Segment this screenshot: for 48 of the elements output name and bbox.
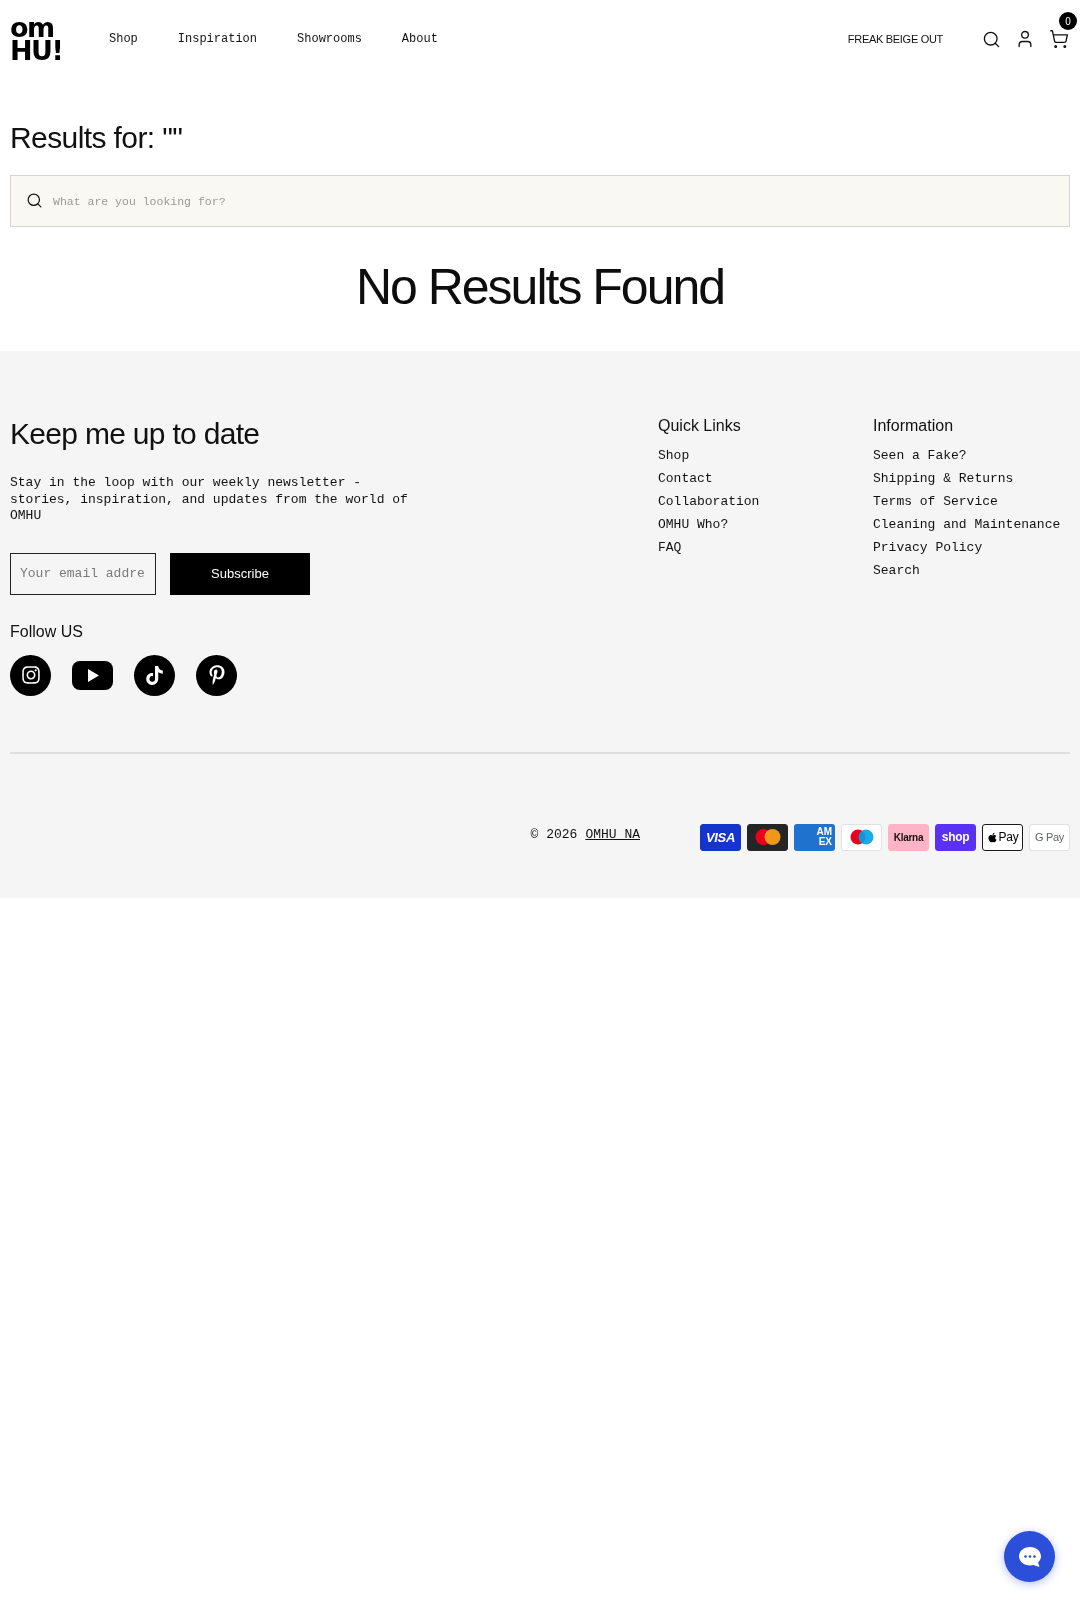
footer-link[interactable]: Terms of Service [873, 490, 998, 513]
apple-icon [986, 831, 998, 843]
shop-pay-logo: shop [935, 823, 976, 851]
search-icon [26, 192, 43, 209]
footer-column-heading: Information [873, 416, 954, 436]
email-field[interactable]: Your email addre [10, 552, 156, 595]
search-icon[interactable] [982, 29, 1001, 49]
footer-link[interactable]: Seen a Fake? [873, 444, 967, 467]
footer-link[interactable]: Privacy Policy [873, 536, 983, 559]
footer-link[interactable]: Cleaning and Maintenance [873, 513, 1061, 536]
chat-button[interactable] [1004, 1531, 1055, 1582]
results-title: Results for: "" [10, 120, 184, 156]
search-field[interactable]: What are you looking for? [10, 175, 1070, 227]
newsletter-text: Stay in the loop with our weekly newsletter - stories, inspiration, and updates from the world of OMHU [10, 475, 409, 525]
klarna-logo: Klarna [888, 823, 929, 851]
chat-bubble-icon [1017, 1545, 1042, 1568]
cart-count-badge: 0 [1059, 12, 1077, 30]
follow-heading: Follow US [10, 621, 83, 642]
footer-link[interactable]: Shop [658, 444, 690, 467]
visa-logo: VISA [700, 823, 741, 851]
no-results-heading: No Results Found [354, 258, 726, 317]
cart-icon[interactable] [1049, 29, 1069, 49]
nav-link[interactable]: About [401, 32, 438, 46]
newsletter-heading: Keep me up to date [10, 416, 260, 452]
youtube-icon[interactable] [72, 660, 113, 690]
mastercard-icon [747, 823, 788, 851]
footer-link[interactable]: Shipping & Returns [873, 467, 1014, 490]
footer-link[interactable]: Contact [658, 467, 713, 490]
nav-link[interactable]: Inspiration [177, 32, 258, 46]
instagram-icon[interactable] [10, 654, 51, 696]
promo-link[interactable]: FREAK BEIGE OUT [847, 33, 943, 45]
google-pay-logo: G Pay [1029, 823, 1070, 851]
tiktok-icon[interactable] [134, 654, 175, 696]
footer-link[interactable]: OMHU Who? [658, 513, 729, 536]
subscribe-button[interactable]: Subscribe [170, 552, 310, 595]
footer-column-heading: Quick Links [658, 416, 741, 436]
logo[interactable]: om HU! [10, 16, 70, 62]
company-link[interactable]: OMHU NA [585, 826, 640, 842]
amex-logo: AM EX [794, 823, 835, 851]
footer-link[interactable]: FAQ [658, 536, 682, 559]
pinterest-icon[interactable] [196, 654, 237, 696]
footer-link[interactable]: Search [873, 559, 920, 582]
footer-link[interactable]: Collaboration [658, 490, 760, 513]
nav-link[interactable]: Shop [109, 32, 138, 46]
copyright-text: © 2026 [530, 826, 578, 842]
nav-link[interactable]: Showrooms [297, 32, 362, 46]
maestro-icon [841, 823, 882, 851]
pay-label: Pay [998, 830, 1019, 844]
